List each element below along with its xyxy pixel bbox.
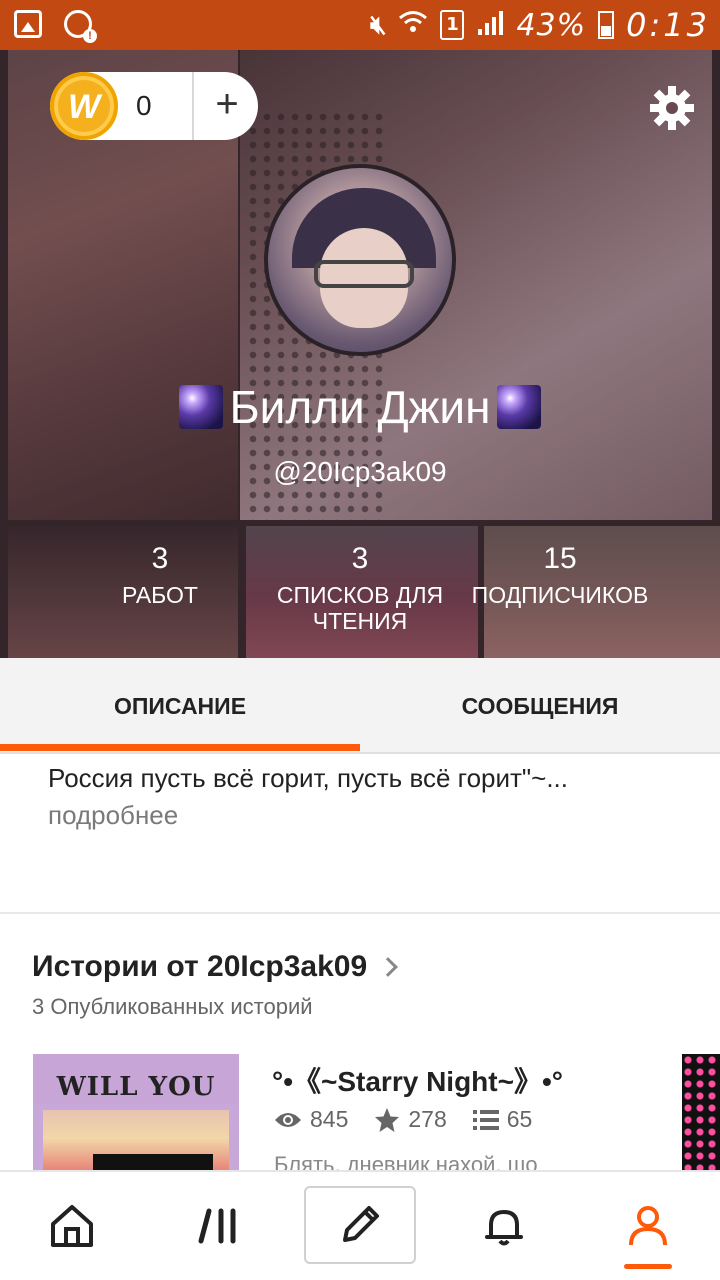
active-nav-indicator: [624, 1264, 672, 1269]
read-more-link[interactable]: подробнее: [48, 800, 178, 831]
nav-notifications[interactable]: [454, 1186, 554, 1266]
battery-percent: 43%: [516, 7, 587, 43]
profile-description: Россия пусть всё горит, пусть всё горит"…: [48, 763, 568, 793]
stat-works[interactable]: 3 РАБОТ: [50, 542, 270, 608]
active-tab-indicator: [0, 744, 360, 751]
reads-stat: 845: [274, 1106, 348, 1133]
notifications-icon: [485, 1210, 523, 1246]
coin-icon: W: [50, 72, 118, 140]
gallery-notification-icon: [14, 10, 42, 38]
divider: [192, 72, 194, 140]
cover-text: WILL YOU: [56, 1072, 216, 1102]
parts-stat: 65: [472, 1106, 532, 1133]
profile-icon: [629, 1206, 667, 1246]
tab-messages[interactable]: СООБЩЕНИЯ: [360, 658, 720, 754]
story-cover[interactable]: WILL YOU: [33, 1054, 239, 1170]
story-title[interactable]: °•《~Starry Night~》•°: [272, 1060, 563, 1100]
stories-section-title[interactable]: Истории от 20Icp3ak09: [32, 950, 399, 984]
bottom-navigation: [0, 1170, 720, 1280]
eye-icon: [275, 1112, 301, 1127]
divider: [0, 912, 720, 914]
add-coins-button[interactable]: +: [196, 72, 258, 140]
nav-home[interactable]: [22, 1186, 122, 1266]
signal-icon: [476, 9, 504, 41]
battery-icon: [598, 11, 615, 39]
message-notification-icon: [64, 10, 97, 43]
sim-icon: 1: [440, 10, 465, 40]
clock: 0:13: [626, 6, 710, 44]
profile-header: W 0 + Билли Джин @20Icp3ak09 3 РАБОТ 3 С…: [0, 50, 720, 658]
story-stats: 845 278 65: [274, 1106, 548, 1133]
nav-profile[interactable]: [598, 1186, 698, 1266]
profile-tabs: ОПИСАНИЕ СООБЩЕНИЯ: [0, 658, 720, 754]
stat-reading-lists[interactable]: 3 СПИСКОВ ДЛЯ ЧТЕНИЯ: [250, 542, 470, 634]
chevron-right-icon: [378, 957, 399, 977]
list-icon: [472, 1109, 499, 1130]
story-cover-next[interactable]: [682, 1054, 720, 1170]
settings-gear-icon[interactable]: [648, 84, 696, 132]
votes-stat: 278: [374, 1106, 447, 1133]
stories-count: 3 Опубликованных историй: [32, 994, 313, 1019]
coin-count: 0: [136, 90, 152, 121]
star-icon: [375, 1107, 400, 1132]
home-icon: [51, 1205, 93, 1247]
story-snippet: Блять, дневник нахой, шо: [274, 1152, 538, 1172]
username-handle: @20Icp3ak09: [273, 456, 447, 487]
stat-followers[interactable]: 15 ПОДПИСЧИКОВ: [450, 542, 670, 608]
wifi-icon: [398, 9, 428, 42]
nav-library[interactable]: [168, 1186, 268, 1266]
galaxy-emoji-icon: [179, 385, 224, 429]
status-bar: 🔇︎ 1 43% 0:13: [0, 0, 720, 50]
tab-description[interactable]: ОПИСАНИЕ: [0, 658, 360, 754]
mute-icon: 🔇︎: [370, 9, 387, 40]
write-icon: [343, 1206, 379, 1242]
coins-widget[interactable]: W 0 +: [50, 72, 258, 140]
galaxy-emoji-icon: [496, 385, 541, 429]
library-icon: [198, 1208, 236, 1244]
nav-write[interactable]: [304, 1186, 416, 1264]
profile-avatar[interactable]: [264, 164, 456, 356]
display-name: Билли Джин: [0, 380, 720, 434]
